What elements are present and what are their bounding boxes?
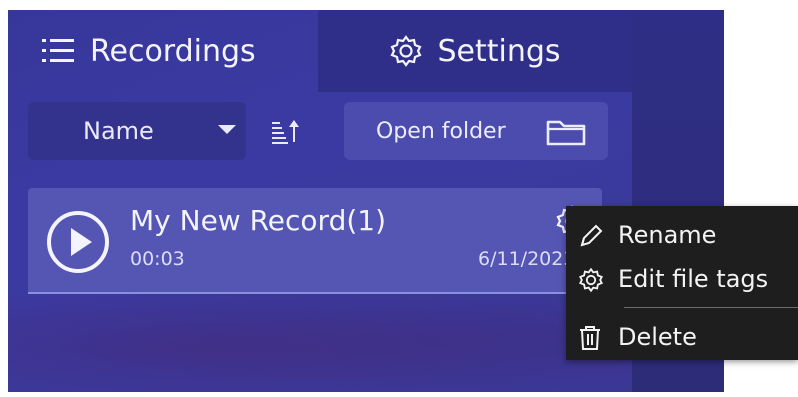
- menu-item-label: Edit file tags: [618, 265, 769, 293]
- gear-icon: [390, 35, 422, 67]
- folder-icon: [546, 120, 586, 146]
- play-icon[interactable]: [46, 210, 110, 274]
- menu-item-label: Rename: [618, 221, 717, 249]
- menu-item-label: Delete: [618, 323, 697, 351]
- tab-settings[interactable]: Settings: [318, 10, 632, 92]
- menu-item-delete[interactable]: Delete: [566, 316, 798, 358]
- list-icon: [42, 39, 74, 62]
- tab-recordings-label: Recordings: [90, 33, 256, 69]
- sort-by-dropdown[interactable]: Name: [28, 102, 246, 160]
- recording-item-divider: [28, 292, 584, 294]
- tab-recordings[interactable]: Recordings: [42, 10, 312, 92]
- recording-title: My New Record(1): [130, 204, 387, 237]
- menu-item-edit-file-tags[interactable]: Edit file tags: [566, 258, 798, 300]
- open-folder-button[interactable]: Open folder: [344, 102, 608, 160]
- sort-ascending-icon[interactable]: [270, 116, 300, 146]
- menu-separator: [624, 307, 798, 308]
- tab-settings-label: Settings: [437, 33, 561, 69]
- gear-icon: [579, 267, 603, 293]
- sort-by-value: Name: [83, 117, 154, 145]
- recording-context-menu: Rename Edit file tags Delete: [566, 206, 798, 360]
- menu-item-rename[interactable]: Rename: [566, 214, 798, 256]
- recording-duration: 00:03: [130, 248, 185, 270]
- recording-list-item[interactable]: My New Record(1) 00:03 6/11/2023: [28, 188, 602, 294]
- chevron-down-icon: [218, 125, 236, 134]
- open-folder-label: Open folder: [376, 118, 506, 144]
- trash-icon: [580, 326, 600, 350]
- pencil-icon: [580, 224, 603, 247]
- recording-date: 6/11/2023: [478, 248, 568, 270]
